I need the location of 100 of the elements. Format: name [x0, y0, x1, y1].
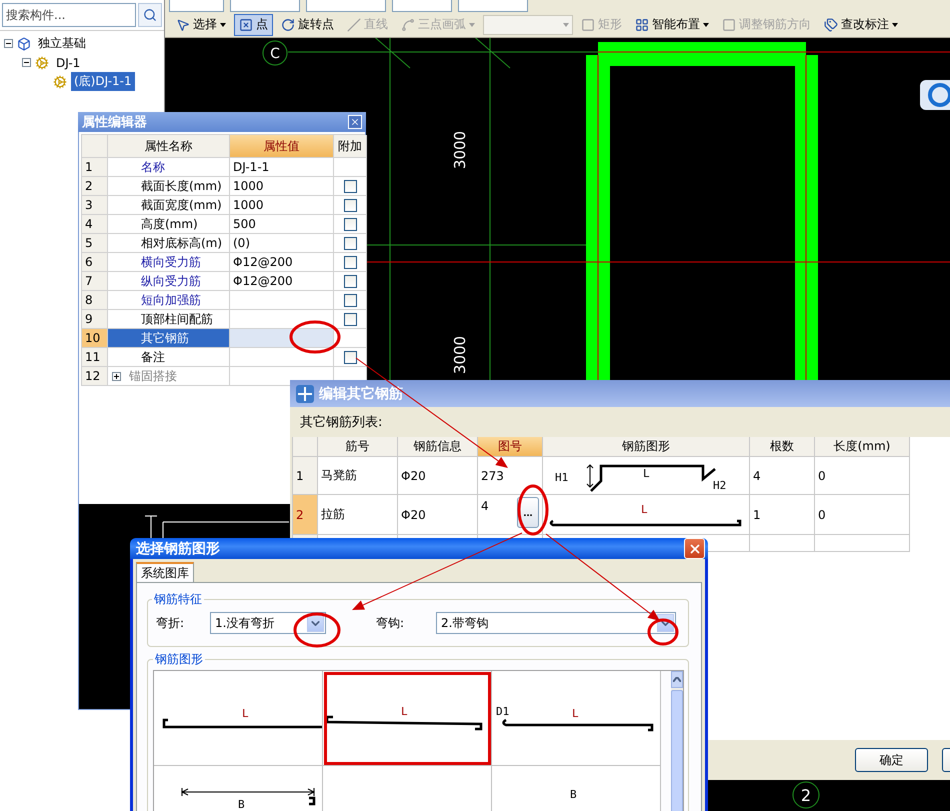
table-cell: 马凳筋 [318, 457, 398, 495]
property-name[interactable]: 高度(mm) [108, 215, 230, 234]
dropdown-field[interactable]: 2.带弯钩 [436, 612, 676, 634]
shape-label: B [238, 798, 245, 811]
property-name[interactable]: 锚固搭接 [108, 367, 230, 386]
search-icon [143, 8, 157, 22]
checkbox[interactable] [344, 312, 356, 326]
search-button[interactable] [138, 3, 162, 27]
tree-item[interactable]: (底)DJ-1-1 [71, 72, 135, 91]
row-number: 1 [82, 158, 108, 177]
toolbar-combo[interactable] [458, 0, 528, 12]
checkbox[interactable] [344, 294, 356, 306]
checkbox[interactable] [344, 236, 356, 250]
property-value[interactable]: 1000 [230, 177, 334, 196]
table-cell: 0 [815, 457, 910, 495]
search-field[interactable]: 搜索构件... [2, 3, 136, 27]
column-header: 钢筋图形 [543, 437, 750, 457]
gear-icon [53, 74, 67, 88]
annotation-ellipse [518, 484, 548, 536]
caret-icon [220, 22, 226, 26]
row-number: 6 [82, 253, 108, 272]
caret-icon [703, 22, 709, 26]
caret-icon [892, 22, 898, 26]
close-button[interactable] [684, 538, 705, 559]
shape-option[interactable]: L [323, 671, 492, 766]
axis-bubble [262, 40, 288, 66]
property-value[interactable]: Φ12@200 [230, 272, 334, 291]
arc-icon [401, 18, 415, 32]
shape-option[interactable]: D1 L [492, 671, 661, 766]
property-name[interactable]: 截面宽度(mm) [108, 196, 230, 215]
property-value[interactable]: 500 [230, 215, 334, 234]
property-name[interactable]: 备注 [108, 348, 230, 367]
label-edit-icon [824, 18, 838, 32]
table-cell: 4 [750, 457, 815, 495]
row-number: 8 [82, 291, 108, 310]
list-label: 其它钢筋列表: [299, 414, 384, 432]
tab[interactable]: 系统图库 [136, 562, 194, 582]
shape-label: D1 [496, 705, 510, 718]
group-title: 钢筋图形 [154, 651, 204, 668]
close-button[interactable] [348, 115, 362, 129]
shape-label: L [641, 503, 648, 516]
tree-item[interactable]: 独立基础 [35, 34, 89, 53]
toolbar-combo[interactable] [169, 0, 224, 12]
checkbox[interactable] [344, 198, 356, 212]
checkbox[interactable] [344, 274, 356, 288]
property-value[interactable]: DJ-1-1 [230, 158, 334, 177]
row-number: 2 [82, 177, 108, 196]
checkbox[interactable] [344, 350, 356, 364]
column-header: 属性值 [230, 135, 334, 158]
property-value[interactable]: 1000 [230, 196, 334, 215]
shape-label: B [570, 788, 577, 801]
field-label: 弯折: [155, 614, 186, 632]
cube-icon [17, 36, 31, 50]
table-cell: 4 [481, 499, 489, 513]
toolbar-combo[interactable] [306, 0, 386, 12]
dimension-text: 3000 [451, 336, 469, 374]
row-number: 1 [293, 457, 318, 495]
property-name[interactable]: 横向受力筋 [108, 253, 230, 272]
line-icon [347, 18, 361, 32]
tree-item[interactable]: DJ-1 [53, 54, 84, 70]
axis-bubble [792, 782, 820, 808]
property-value[interactable] [230, 310, 334, 329]
collapse-icon[interactable] [4, 39, 13, 48]
property-value[interactable]: (0) [230, 234, 334, 253]
annotation-ellipse [294, 612, 340, 648]
expand-icon[interactable] [112, 372, 121, 380]
checkbox[interactable] [344, 180, 356, 192]
shape-option[interactable]: L [154, 671, 323, 766]
property-name[interactable]: 短向加强筋 [108, 291, 230, 310]
property-value[interactable]: Φ12@200 [230, 253, 334, 272]
dropdown-field[interactable]: 1.没有弯折 [210, 612, 326, 634]
row-number: 11 [82, 348, 108, 367]
table-cell: 1 [750, 495, 815, 535]
property-name[interactable]: 其它钢筋 [108, 329, 230, 348]
toolbar-combo[interactable] [392, 0, 452, 12]
shape-label: L [643, 467, 650, 480]
property-name[interactable]: 纵向受力筋 [108, 272, 230, 291]
toolbar-button[interactable]: 点 [234, 14, 273, 36]
toolbar-combo[interactable] [230, 0, 300, 12]
property-name[interactable]: 顶部柱间配筋 [108, 310, 230, 329]
property-value[interactable] [230, 348, 334, 367]
property-value[interactable] [230, 329, 334, 348]
annotation-ellipse [290, 320, 340, 354]
property-name[interactable]: 相对底标高(m) [108, 234, 230, 253]
scroll-up-button[interactable] [671, 671, 683, 688]
checkbox[interactable] [344, 256, 356, 268]
pointer-icon [176, 18, 190, 32]
property-name[interactable]: 截面长度(mm) [108, 177, 230, 196]
table-cell: Φ20 [398, 457, 478, 495]
dimension-text: 3000 [451, 130, 469, 170]
shape-label: L [242, 707, 249, 720]
close-icon [350, 117, 360, 127]
ok-button[interactable]: 确定 [855, 748, 928, 772]
column-header: 图号 [478, 437, 543, 457]
property-name[interactable]: 名称 [108, 158, 230, 177]
grid-icon [635, 18, 649, 32]
column-header: 附加 [334, 135, 367, 158]
collapse-icon[interactable] [22, 58, 31, 67]
checkbox[interactable] [344, 218, 356, 230]
gear-icon [35, 56, 49, 70]
